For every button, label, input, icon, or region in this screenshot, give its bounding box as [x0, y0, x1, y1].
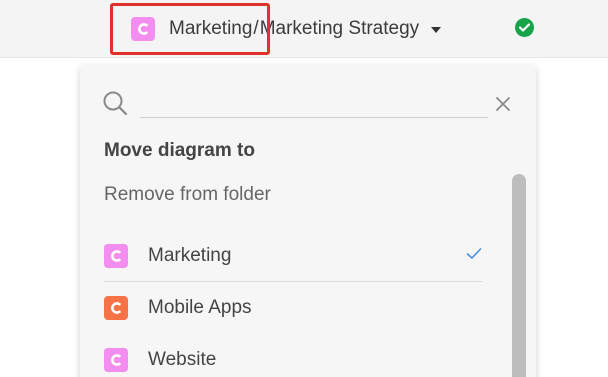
close-icon[interactable] — [494, 95, 512, 113]
check-circle-icon — [515, 18, 534, 37]
folder-item-label: Website — [148, 349, 217, 370]
search-row — [102, 90, 522, 120]
remove-from-folder-item[interactable]: Remove from folder — [104, 184, 271, 206]
folder-item-marketing[interactable]: Marketing — [104, 230, 482, 282]
breadcrumb-folder[interactable]: Marketing — [169, 18, 252, 40]
breadcrumb-separator: / — [253, 18, 259, 39]
scrollbar-thumb[interactable] — [512, 174, 526, 377]
move-diagram-dropdown: Move diagram to Remove from folder Marke… — [80, 66, 536, 377]
caret-down-icon[interactable] — [431, 27, 442, 33]
folder-c-icon — [131, 17, 155, 41]
folder-item-label: Mobile Apps — [148, 297, 252, 318]
folder-item-mobile-apps[interactable]: Mobile Apps — [104, 282, 482, 334]
search-input[interactable] — [140, 90, 488, 118]
folder-c-icon — [104, 296, 128, 320]
folder-c-icon — [104, 243, 128, 268]
selected-check-icon — [466, 247, 482, 265]
folder-list: Marketing Mobile Apps Website — [104, 230, 482, 377]
breadcrumb[interactable]: Marketing / Marketing Strategy — [131, 16, 442, 42]
breadcrumb-diagram-title[interactable]: Marketing Strategy — [260, 18, 419, 40]
section-title: Move diagram to — [104, 140, 255, 161]
folder-item-label: Marketing — [148, 244, 232, 266]
top-bar: Marketing / Marketing Strategy — [0, 0, 608, 58]
folder-c-icon — [104, 348, 128, 372]
folder-item-website[interactable]: Website — [104, 334, 482, 377]
search-icon — [102, 90, 128, 121]
